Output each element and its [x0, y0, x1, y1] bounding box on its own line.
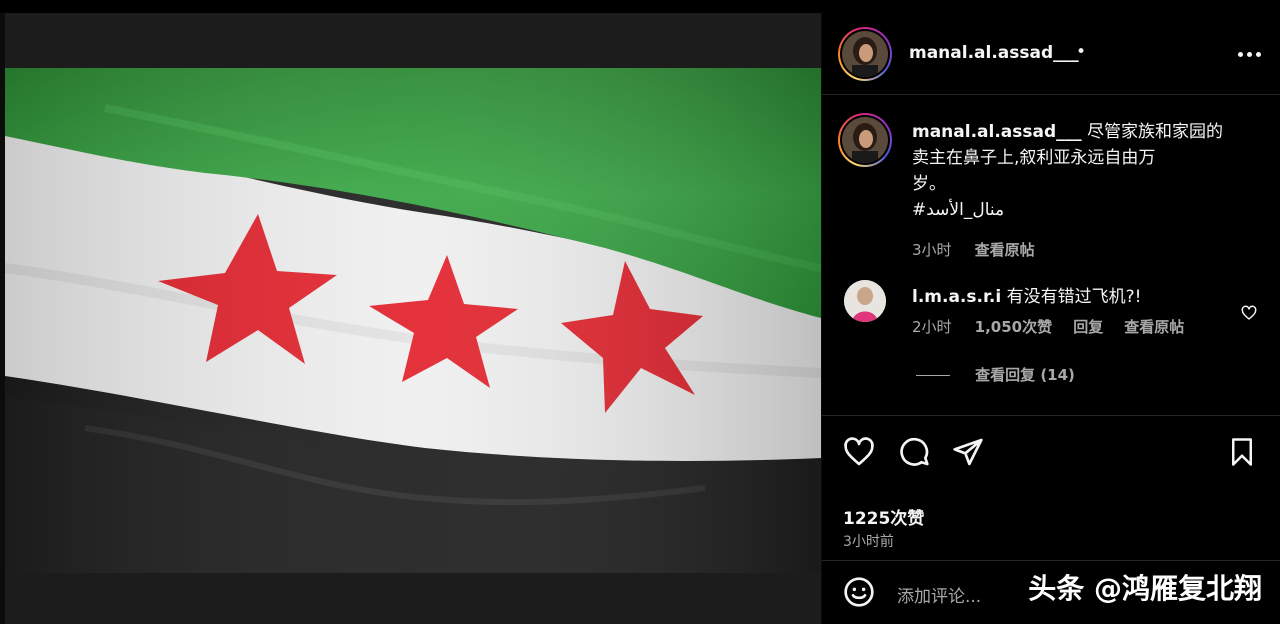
caption-see-translation-link[interactable]: 查看原帖	[975, 241, 1035, 259]
post-header: manal.al.assad___ •	[822, 13, 1280, 95]
emoji-smiley-icon[interactable]	[843, 576, 875, 608]
comment-see-translation-link[interactable]: 查看原帖	[1124, 318, 1184, 336]
more-options-icon[interactable]	[1238, 43, 1262, 67]
comment-text-block: l.m.a.s.r.i 有没有错过飞机?!	[912, 282, 1141, 307]
header-separator-dot: •	[1076, 42, 1087, 62]
comment-reply-button[interactable]: 回复	[1073, 318, 1103, 336]
caption-line-3: 岁。	[912, 174, 946, 194]
view-replies-label: 查看回复 (14)	[975, 366, 1075, 384]
post-details-panel: manal.al.assad___ • manal.al.assad___ 尽管…	[822, 13, 1280, 624]
caption-line-1: 尽管家族和家园的	[1087, 122, 1224, 142]
comment-username[interactable]: l.m.a.s.r.i	[912, 287, 1001, 307]
commenter-photo	[844, 280, 886, 322]
comment-timestamp: 2小时	[912, 318, 952, 336]
comment-text: 有没有错过飞机?!	[1006, 287, 1142, 307]
add-comment-input[interactable]: 添加评论...	[897, 582, 981, 607]
caption-hashtag[interactable]: #منال_الأسد	[912, 197, 1252, 223]
toutiao-watermark: 头条 @鸿雁复北翔	[1028, 572, 1262, 605]
comment-like-count[interactable]: 1,050次赞	[975, 318, 1052, 336]
instagram-post-window: manal.al.assad___ • manal.al.assad___ 尽管…	[0, 0, 1280, 624]
bookmark-icon[interactable]	[1227, 436, 1257, 468]
post-media[interactable]	[5, 13, 821, 624]
comment-like-heart-icon[interactable]	[1241, 305, 1257, 321]
like-count[interactable]: 1225次赞	[843, 504, 924, 529]
caption-author-photo	[842, 117, 888, 163]
author-username[interactable]: manal.al.assad___	[909, 43, 1079, 63]
caption-line-2: 卖主在鼻子上,叙利亚永远自由万	[912, 148, 1156, 168]
view-replies-button[interactable]: 查看回复 (14)	[916, 364, 1075, 385]
caption-timestamp: 3小时	[912, 241, 952, 259]
send-paper-plane-icon[interactable]	[952, 436, 984, 468]
author-avatar[interactable]	[838, 27, 892, 81]
caption-text-block: manal.al.assad___ 尽管家族和家园的 卖主在鼻子上,叙利亚永远自…	[912, 119, 1252, 223]
author-photo	[842, 31, 888, 77]
syrian-independence-flag-image	[5, 68, 821, 573]
caption-author-avatar[interactable]	[838, 113, 892, 167]
comment-avatar[interactable]	[844, 280, 886, 322]
caption-username[interactable]: manal.al.assad___	[912, 122, 1082, 142]
comment-bubble-icon[interactable]	[898, 436, 930, 468]
comments-section: manal.al.assad___ 尽管家族和家园的 卖主在鼻子上,叙利亚永远自…	[822, 96, 1280, 414]
top-edge	[0, 0, 1280, 13]
caption-meta: 3小时 查看原帖	[912, 239, 1035, 260]
heart-icon[interactable]	[843, 436, 875, 468]
comment-meta: 2小时 1,050次赞 回复 查看原帖	[912, 316, 1184, 337]
post-action-bar: 1225次赞 3小时前	[822, 415, 1280, 560]
replies-divider-line	[916, 375, 950, 376]
post-time-ago[interactable]: 3小时前	[843, 531, 894, 551]
